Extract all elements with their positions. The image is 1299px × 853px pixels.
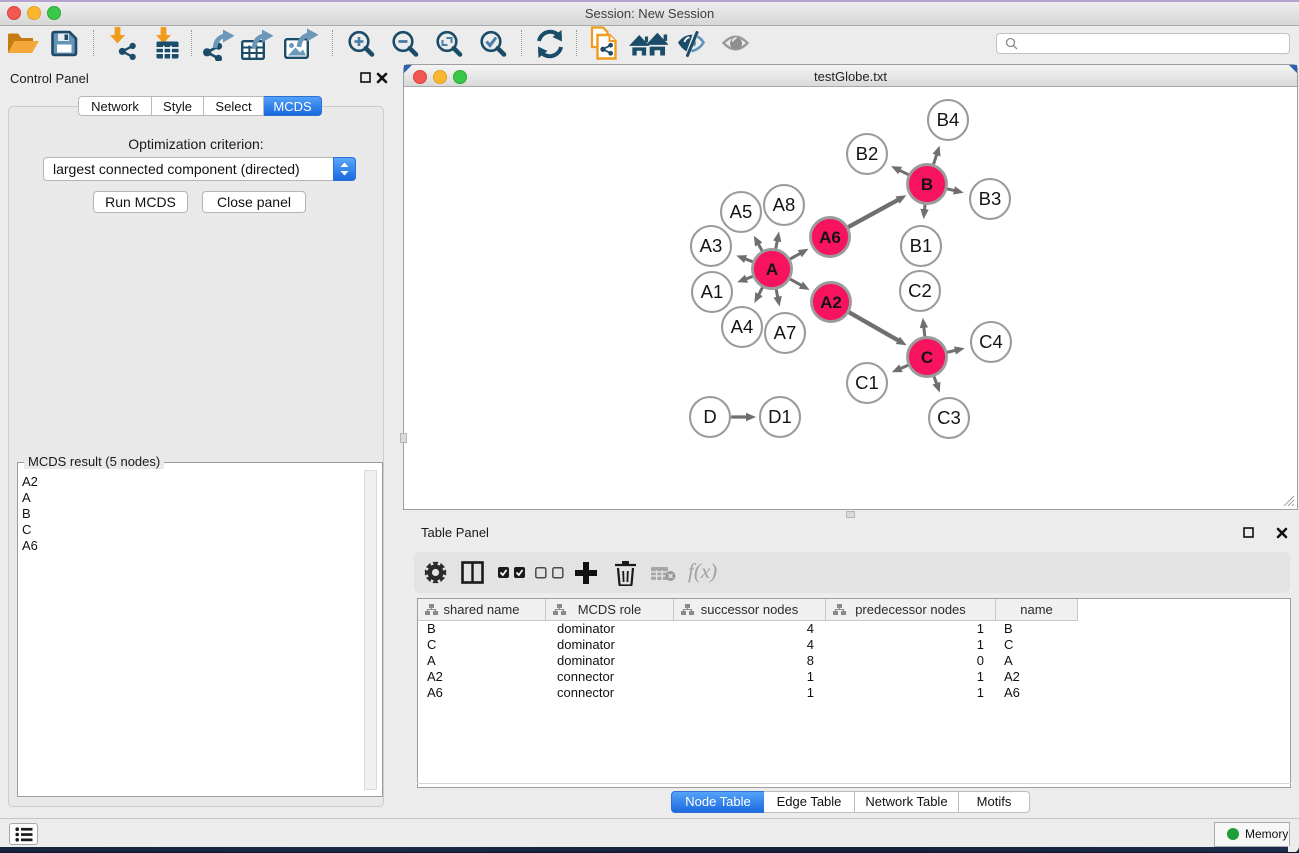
svg-text:A5: A5 <box>730 201 753 222</box>
svg-text:D1: D1 <box>768 406 792 427</box>
svg-text:A7: A7 <box>774 322 797 343</box>
svg-text:B1: B1 <box>910 235 933 256</box>
svg-text:C4: C4 <box>979 331 1003 352</box>
svg-text:A: A <box>766 260 778 279</box>
svg-text:B2: B2 <box>856 143 879 164</box>
svg-text:A8: A8 <box>773 194 796 215</box>
svg-text:C2: C2 <box>908 280 932 301</box>
svg-text:A6: A6 <box>819 228 841 247</box>
svg-text:B4: B4 <box>937 109 960 130</box>
svg-text:B: B <box>921 175 933 194</box>
svg-text:A3: A3 <box>700 235 723 256</box>
svg-text:C3: C3 <box>937 407 961 428</box>
svg-text:B3: B3 <box>979 188 1002 209</box>
svg-text:C1: C1 <box>855 372 879 393</box>
svg-text:A2: A2 <box>820 293 842 312</box>
svg-text:A1: A1 <box>701 281 724 302</box>
svg-text:A4: A4 <box>731 316 754 337</box>
svg-text:C: C <box>921 348 933 367</box>
svg-text:D: D <box>703 406 716 427</box>
